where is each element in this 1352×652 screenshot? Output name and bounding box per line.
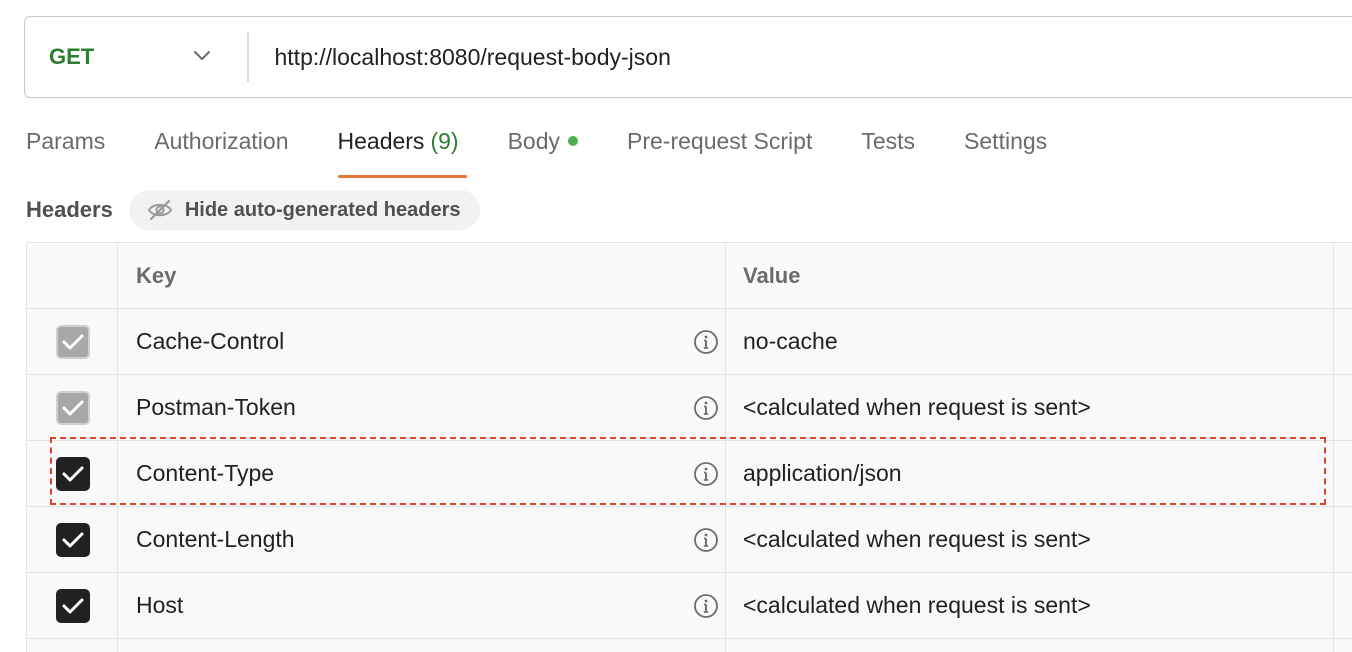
table-row-partial	[27, 639, 1352, 652]
row-checkbox[interactable]	[56, 456, 90, 491]
hide-auto-generated-headers-button[interactable]: Hide auto-generated headers	[128, 190, 481, 230]
tab-headers[interactable]: Headers (9)	[337, 128, 467, 178]
info-icon[interactable]	[693, 395, 719, 421]
tab-params[interactable]: Params	[26, 128, 105, 178]
column-header-value: Value	[726, 243, 1334, 308]
info-icon[interactable]	[693, 329, 719, 355]
row-key: Postman-Token	[136, 394, 296, 420]
row-value[interactable]: <calculated when request is sent>	[726, 507, 1334, 572]
row-key: Content-Type	[136, 460, 275, 486]
row-checkbox[interactable]	[56, 588, 90, 623]
row-key-cell[interactable]: Host	[118, 573, 726, 638]
check-icon	[62, 532, 84, 547]
row-value[interactable]: application/json	[726, 441, 1334, 506]
row-key-cell	[118, 639, 726, 652]
tab-label: Headers	[337, 128, 425, 154]
column-header-key: Key	[118, 243, 726, 308]
row-value[interactable]: <calculated when request is sent>	[726, 375, 1334, 440]
table-row: Host <calculated when request is sent>	[27, 573, 1352, 639]
hide-button-label: Hide auto-generated headers	[184, 198, 461, 221]
row-value[interactable]: <calculated when request is sent>	[726, 573, 1334, 638]
tab-tests[interactable]: Tests	[861, 128, 915, 178]
info-icon[interactable]	[693, 461, 719, 487]
row-key-cell[interactable]: Postman-Token	[118, 375, 726, 440]
check-icon	[62, 598, 84, 613]
method-label: GET	[49, 44, 95, 69]
check-icon	[62, 334, 84, 349]
tab-authorization[interactable]: Authorization	[154, 128, 288, 178]
row-check-cell	[27, 375, 118, 440]
table-row: Content-Type application/json	[27, 441, 1352, 507]
table-row: Postman-Token <calculated when request i…	[27, 375, 1352, 441]
column-header-extra	[1334, 243, 1352, 308]
row-key-cell[interactable]: Cache-Control	[118, 309, 726, 374]
row-extra-cell	[1334, 573, 1352, 638]
headers-table: Key Value Cache-Control no-cache Postman…	[26, 242, 1352, 652]
row-value-cell	[726, 639, 1334, 652]
row-check-cell	[27, 441, 118, 506]
row-key: Host	[136, 592, 184, 618]
row-checkbox[interactable]	[56, 522, 90, 557]
tab-body[interactable]: Body	[508, 128, 578, 178]
request-tabs: Params Authorization Headers (9) Body Pre…	[26, 128, 1096, 178]
tab-label: Tests	[861, 128, 916, 154]
row-extra-cell	[1334, 375, 1352, 440]
tab-pre-request-script[interactable]: Pre-request Script	[627, 128, 812, 178]
tab-label: Authorization	[154, 128, 289, 154]
tab-label: Settings	[964, 128, 1048, 154]
row-extra-cell	[1334, 639, 1352, 652]
row-value[interactable]: no-cache	[726, 309, 1334, 374]
row-key: Content-Length	[136, 526, 295, 552]
check-icon	[62, 466, 84, 481]
row-check-cell	[27, 573, 118, 638]
row-check-cell	[27, 639, 118, 652]
row-key-cell[interactable]: Content-Length	[118, 507, 726, 572]
tab-label: Body	[507, 128, 560, 154]
row-check-cell	[27, 309, 118, 374]
eye-off-icon	[147, 199, 172, 221]
url-bar: GET http://localhost:8080/request-body-j…	[24, 16, 1352, 98]
table-row: Content-Length <calculated when request …	[27, 507, 1352, 573]
check-icon	[62, 400, 84, 415]
info-icon[interactable]	[693, 593, 719, 619]
chevron-down-icon	[194, 51, 210, 60]
url-input[interactable]: http://localhost:8080/request-body-json	[249, 44, 671, 71]
headers-section-title: Headers	[26, 197, 113, 222]
method-select[interactable]: GET	[25, 17, 247, 97]
row-extra-cell	[1334, 441, 1352, 506]
request-editor: GET http://localhost:8080/request-body-j…	[0, 0, 1352, 652]
tab-label: Pre-request Script	[627, 128, 813, 154]
table-header-row: Key Value	[27, 243, 1352, 309]
row-key-cell[interactable]: Content-Type	[118, 441, 726, 506]
header-check-cell	[27, 243, 118, 308]
headers-toolbar: Headers Hide auto-generated headers	[26, 190, 481, 230]
row-extra-cell	[1334, 309, 1352, 374]
tab-settings[interactable]: Settings	[964, 128, 1047, 178]
headers-count-badge: (9)	[430, 128, 459, 154]
table-row: Cache-Control no-cache	[27, 309, 1352, 375]
row-check-cell	[27, 507, 118, 572]
info-icon[interactable]	[693, 527, 719, 553]
row-key: Cache-Control	[136, 328, 285, 354]
row-checkbox[interactable]	[56, 324, 90, 359]
body-modified-dot	[568, 135, 578, 146]
row-extra-cell	[1334, 507, 1352, 572]
tab-label: Params	[26, 128, 106, 154]
row-checkbox[interactable]	[56, 390, 90, 425]
